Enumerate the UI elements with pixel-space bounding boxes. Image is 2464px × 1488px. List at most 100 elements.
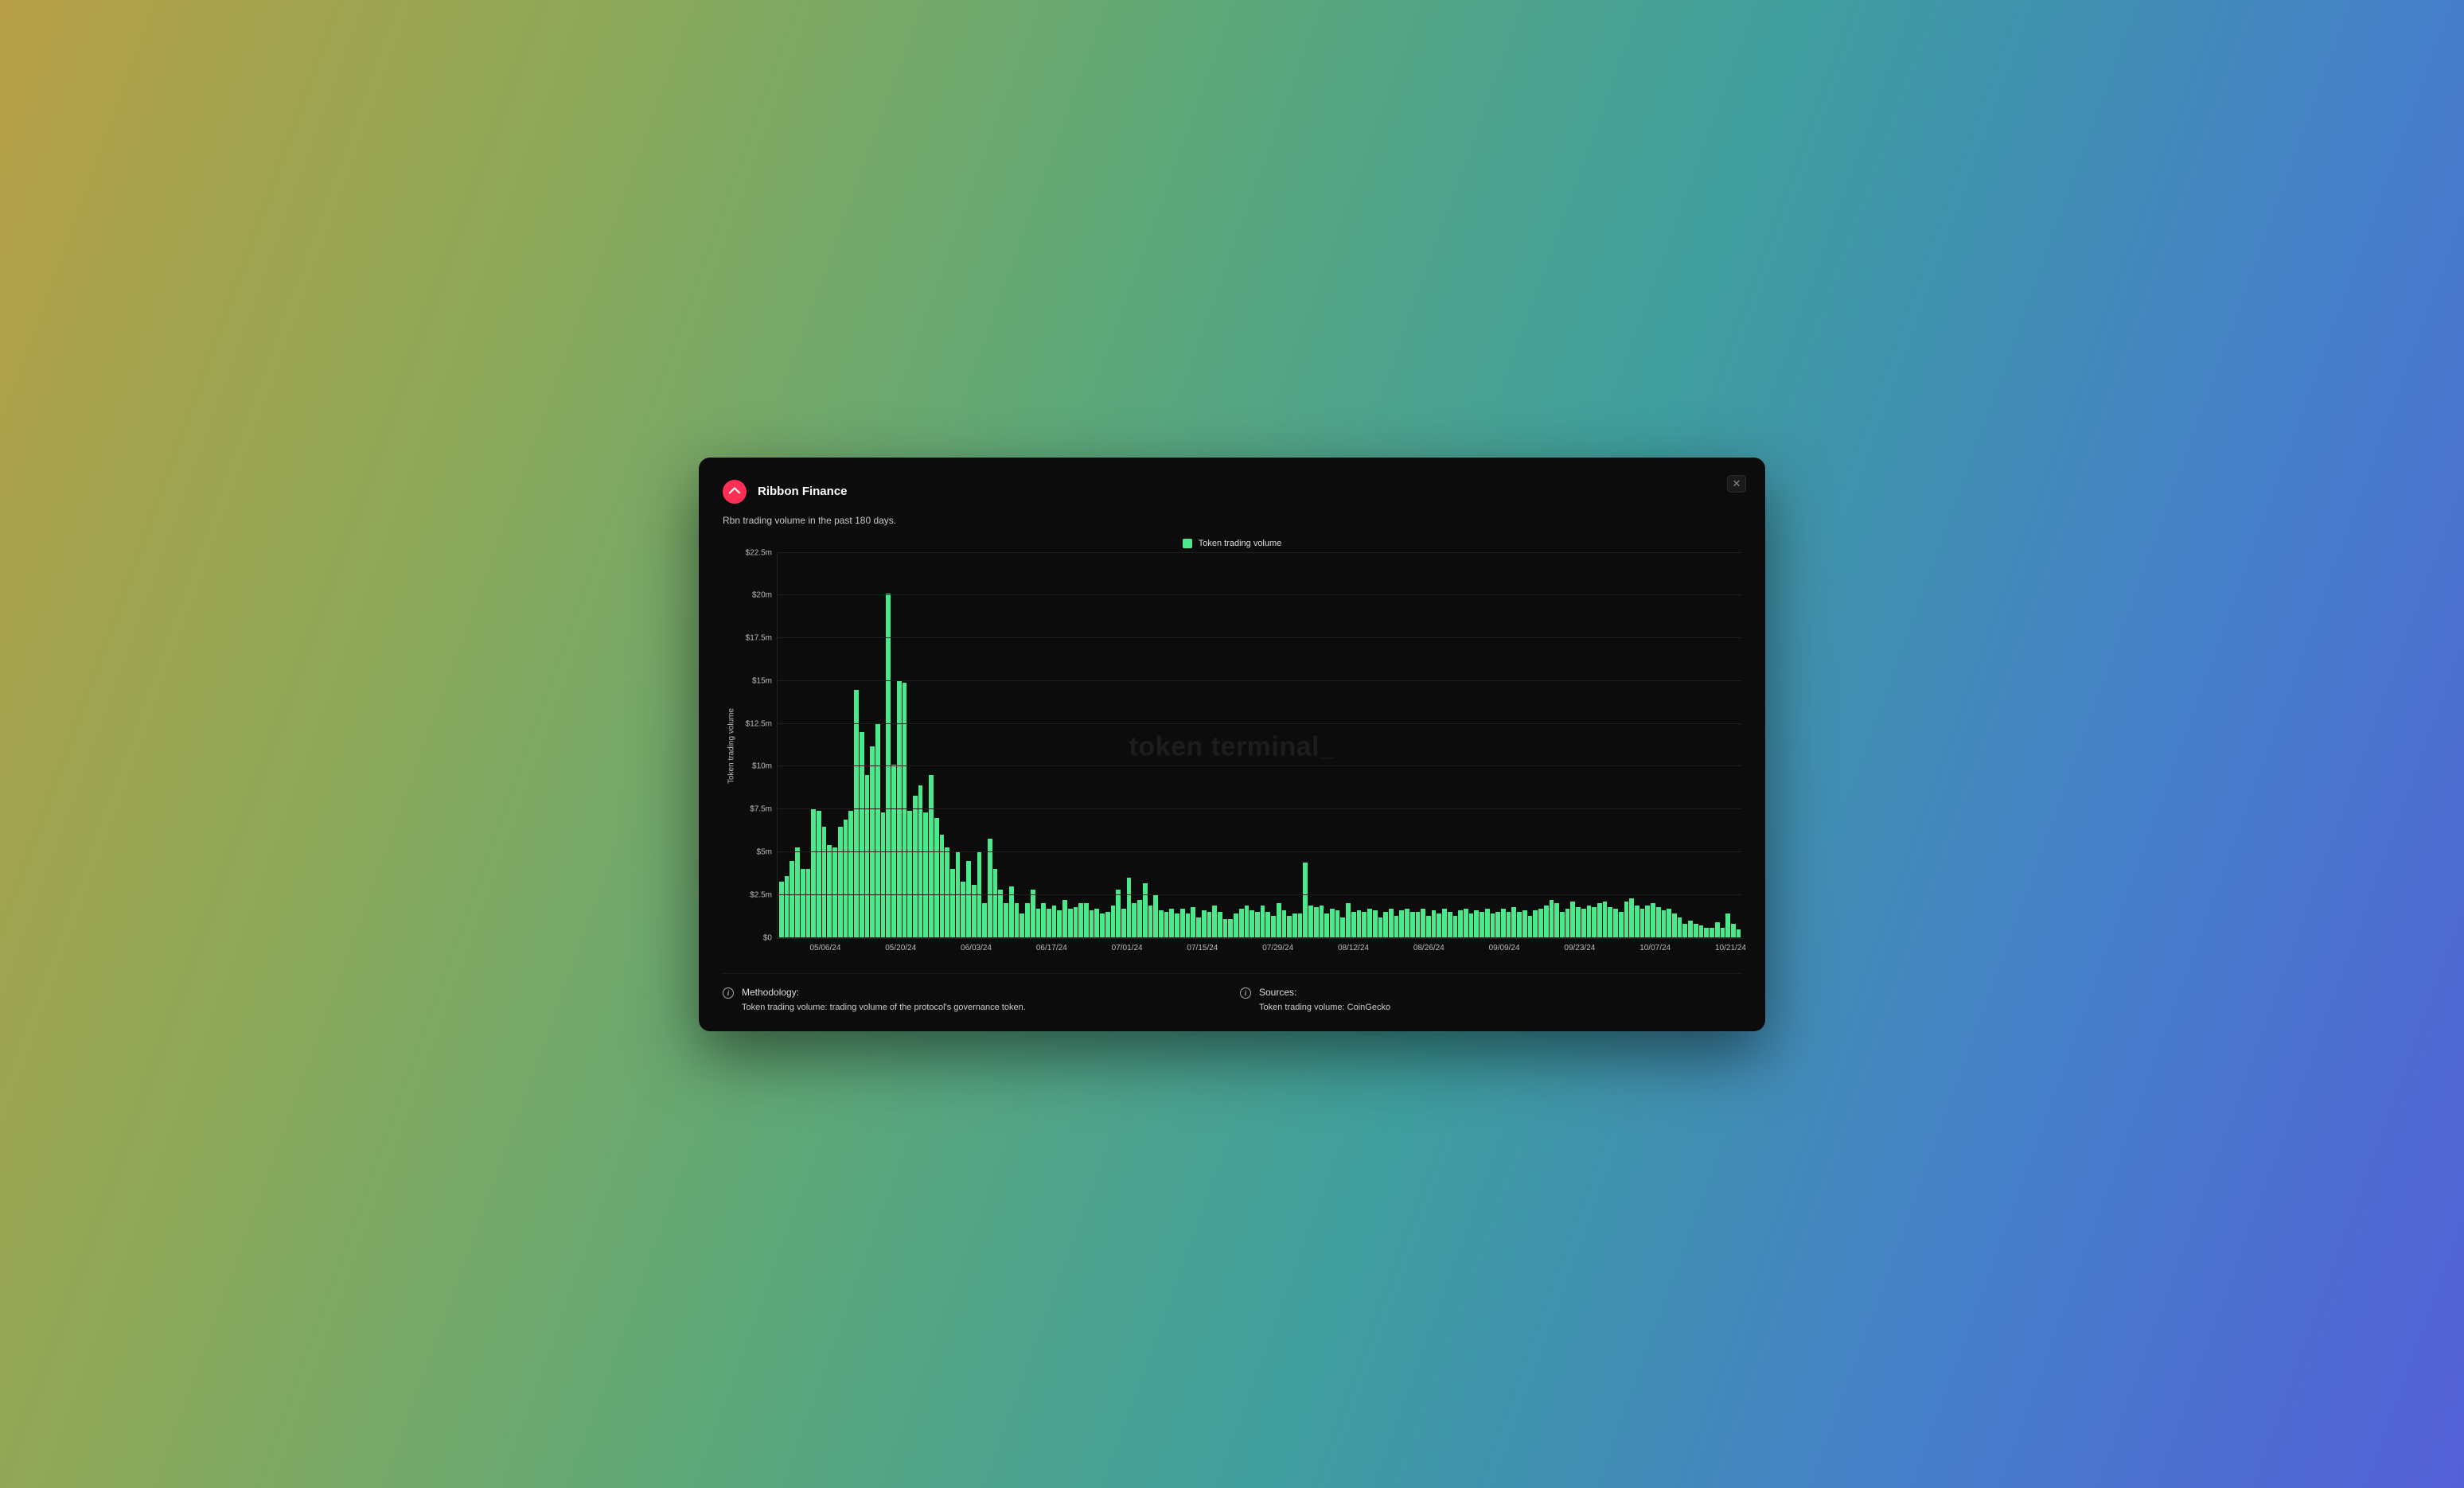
bar	[1041, 903, 1046, 937]
bar	[998, 890, 1003, 937]
bar	[1357, 910, 1362, 937]
bar	[1277, 903, 1281, 937]
bar	[1464, 909, 1468, 938]
bar	[923, 812, 928, 937]
bar	[1491, 913, 1495, 937]
bar	[1538, 909, 1543, 938]
bar	[897, 681, 902, 938]
bar	[1068, 909, 1073, 938]
bar	[1047, 909, 1051, 938]
bar	[1111, 906, 1116, 938]
bar	[1169, 909, 1174, 938]
bar	[1560, 912, 1565, 937]
bar	[1448, 912, 1452, 937]
bar	[1667, 909, 1671, 938]
bar	[801, 869, 805, 937]
y-tick: $15m	[752, 676, 772, 685]
bar	[903, 683, 907, 938]
bar	[913, 796, 918, 938]
sources-heading: Sources:	[1259, 987, 1390, 998]
sources-body: Token trading volume: CoinGecko	[1259, 1003, 1390, 1012]
bar	[1228, 919, 1233, 938]
bar	[1592, 907, 1597, 938]
bar	[1132, 903, 1136, 937]
bar	[1682, 924, 1687, 937]
bar	[817, 811, 821, 937]
bar	[1694, 924, 1698, 937]
y-tick: $17.5m	[746, 634, 772, 643]
bar	[934, 818, 939, 938]
bar	[1255, 912, 1260, 937]
x-tick: 09/23/24	[1564, 944, 1595, 952]
bar	[1715, 922, 1720, 937]
gridline	[778, 765, 1741, 766]
bar	[1271, 916, 1276, 938]
bar	[848, 811, 853, 937]
bar	[1442, 909, 1447, 938]
bar	[1656, 907, 1661, 938]
bar	[1105, 912, 1110, 937]
gridline	[778, 894, 1741, 895]
bar	[1662, 910, 1667, 937]
bar	[1298, 913, 1303, 937]
bar	[1474, 910, 1479, 937]
bar	[1426, 916, 1431, 938]
bar	[1116, 890, 1121, 937]
y-tick: $0	[763, 933, 772, 942]
bar	[1164, 912, 1169, 937]
close-button[interactable]: ✕	[1727, 475, 1746, 493]
bar	[1608, 907, 1612, 938]
bar	[1196, 917, 1201, 938]
bar	[1629, 898, 1634, 937]
bar	[1399, 910, 1404, 937]
bar	[1004, 903, 1008, 937]
bar	[811, 809, 816, 937]
bar	[1522, 910, 1527, 937]
bar	[860, 732, 864, 937]
bar	[1191, 907, 1195, 938]
bar	[1078, 903, 1083, 937]
bar	[1405, 909, 1409, 938]
bar	[1202, 910, 1207, 937]
methodology-body: Token trading volume: trading volume of …	[742, 1003, 1026, 1012]
gridline	[778, 851, 1741, 852]
bar	[1597, 903, 1602, 937]
bar	[1025, 903, 1030, 937]
bar	[1550, 900, 1554, 937]
bar	[1175, 913, 1179, 937]
bar	[854, 690, 859, 938]
bar	[972, 885, 977, 938]
bar	[1437, 913, 1441, 937]
bar	[1725, 913, 1730, 937]
bar	[1282, 910, 1287, 937]
bar	[1603, 902, 1608, 937]
bar	[1287, 916, 1292, 938]
bar	[1533, 910, 1538, 937]
bar	[1324, 913, 1329, 937]
x-axis-ticks: 05/06/2405/20/2406/03/2406/17/2407/01/24…	[777, 938, 1741, 959]
y-tick: $7.5m	[750, 805, 772, 814]
y-tick: $10m	[752, 762, 772, 771]
bar	[1335, 910, 1340, 937]
bar	[1265, 912, 1270, 937]
bar	[1495, 912, 1500, 937]
bar	[1292, 913, 1297, 937]
x-tick: 07/29/24	[1262, 944, 1293, 952]
bar	[1570, 902, 1575, 937]
bar	[1052, 906, 1057, 938]
bar	[1308, 906, 1313, 938]
bar	[1389, 909, 1394, 938]
plot-area	[777, 553, 1741, 938]
bar	[1346, 903, 1351, 937]
legend: Token trading volume	[723, 539, 1741, 548]
bars-container	[778, 553, 1741, 938]
bar	[779, 882, 784, 938]
bar	[1378, 917, 1383, 938]
bar	[789, 861, 794, 938]
y-tick: $5m	[757, 847, 772, 856]
x-tick: 10/21/24	[1715, 944, 1746, 952]
y-axis-ticks: $0$2.5m$5m$7.5m$10m$12.5m$15m$17.5m$20m$…	[740, 553, 777, 938]
info-icon: i	[723, 987, 734, 999]
bar	[1373, 910, 1378, 937]
bar	[1250, 910, 1254, 937]
